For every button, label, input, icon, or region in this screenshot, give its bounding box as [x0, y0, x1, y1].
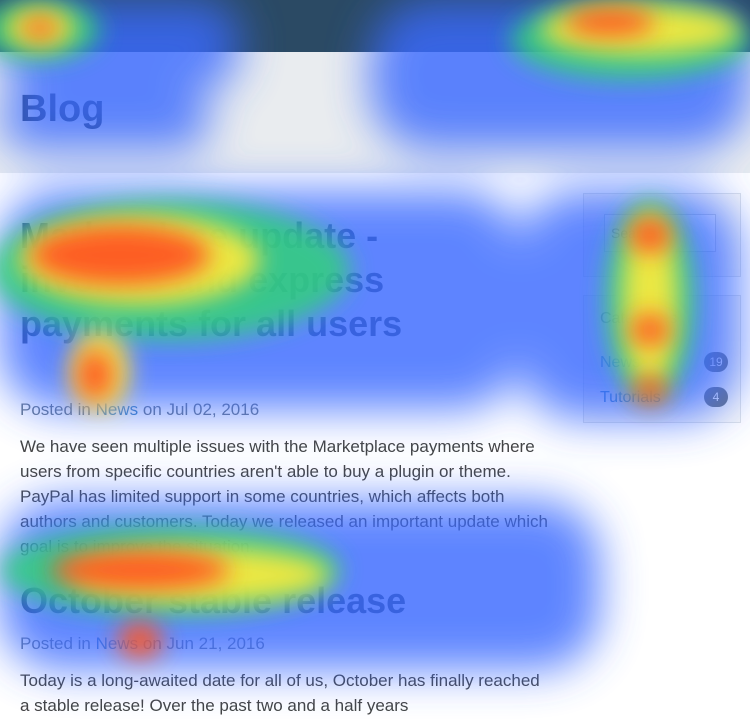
sidebar-search-panel: [583, 193, 741, 277]
post-title-link[interactable]: Marketplace update - invoices and expres…: [20, 214, 490, 346]
post-meta: Posted in News on Jun 21, 2016: [20, 634, 265, 653]
post-title-link[interactable]: October stable release: [20, 579, 490, 623]
categories-title: Categories: [600, 310, 678, 327]
post-category-link[interactable]: News: [96, 400, 139, 419]
post-excerpt: Today is a long-awaited date for all of …: [20, 671, 540, 715]
category-count-badge: 19: [704, 352, 728, 372]
post-category-link[interactable]: News: [96, 634, 139, 653]
post-excerpt: We have seen multiple issues with the Ma…: [20, 437, 548, 556]
category-count-badge: 4: [704, 387, 728, 407]
blog-header: [0, 52, 750, 173]
sidebar-categories-panel: Categories News 19 Tutorials 4: [583, 295, 741, 423]
top-navbar: [0, 0, 750, 52]
page-title: Blog: [20, 88, 105, 130]
category-item-tutorials[interactable]: Tutorials 4: [600, 387, 728, 407]
search-input[interactable]: [604, 214, 716, 252]
post-meta: Posted in News on Jul 02, 2016: [20, 400, 260, 419]
category-item-news[interactable]: News 19: [600, 352, 728, 372]
post-date: Jun 21, 2016: [166, 634, 265, 653]
post-date: Jul 02, 2016: [166, 400, 260, 419]
